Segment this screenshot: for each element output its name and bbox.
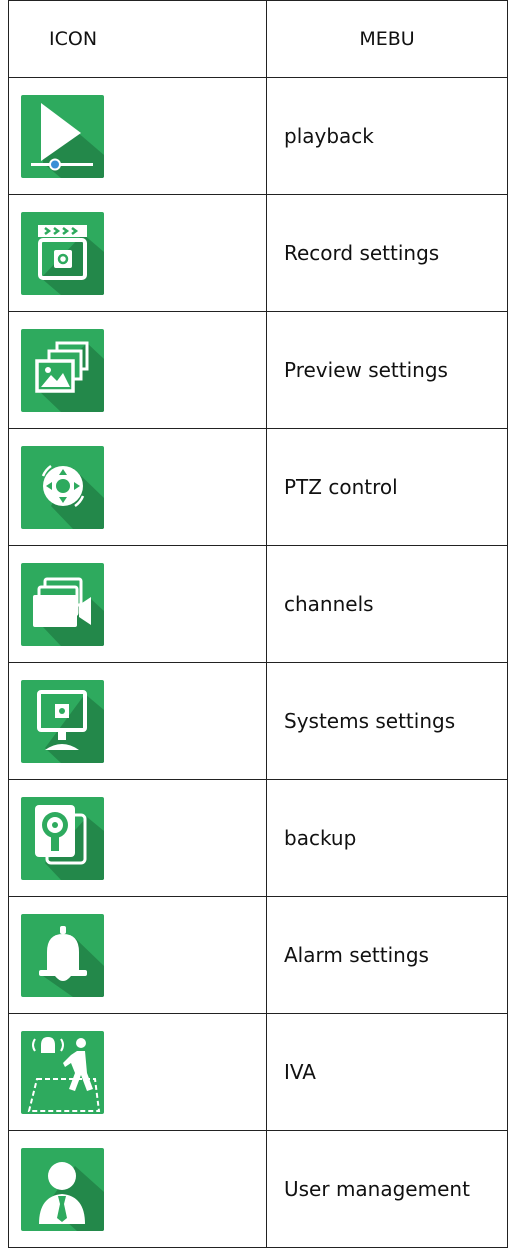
ptz-control-icon: [21, 445, 104, 529]
table-row: PTZ control: [8, 428, 508, 546]
playback-icon: [21, 94, 104, 178]
menu-label: User management: [266, 1130, 508, 1248]
table-header-row: ICON MEBU: [8, 0, 508, 78]
system-settings-icon: [21, 679, 104, 763]
icon-column-header: ICON: [8, 0, 267, 78]
menu-label: Systems settings: [266, 662, 508, 780]
menu-icon-table: ICON MEBU playback Record settings Previ…: [8, 0, 508, 1248]
menu-label: PTZ control: [266, 428, 508, 546]
table-row: channels: [8, 545, 508, 663]
table-row: Systems settings: [8, 662, 508, 780]
preview-settings-icon: [21, 328, 104, 412]
backup-icon: [21, 796, 104, 880]
table-row: backup: [8, 779, 508, 897]
table-row: User management: [8, 1130, 508, 1248]
iva-icon: [21, 1030, 104, 1114]
menu-label: Preview settings: [266, 311, 508, 429]
user-management-icon: [21, 1147, 104, 1231]
menu-label: Alarm settings: [266, 896, 508, 1014]
table-row: Record settings: [8, 194, 508, 312]
menu-label: playback: [266, 77, 508, 195]
menu-label: backup: [266, 779, 508, 897]
table-row: Preview settings: [8, 311, 508, 429]
menu-label: IVA: [266, 1013, 508, 1131]
menu-label: Record settings: [266, 194, 508, 312]
alarm-bell-icon: [21, 913, 104, 997]
channels-icon: [21, 562, 104, 646]
table-row: playback: [8, 77, 508, 195]
menu-column-header: MEBU: [266, 0, 508, 78]
record-settings-icon: [21, 211, 104, 295]
table-row: IVA: [8, 1013, 508, 1131]
table-row: Alarm settings: [8, 896, 508, 1014]
menu-label: channels: [266, 545, 508, 663]
